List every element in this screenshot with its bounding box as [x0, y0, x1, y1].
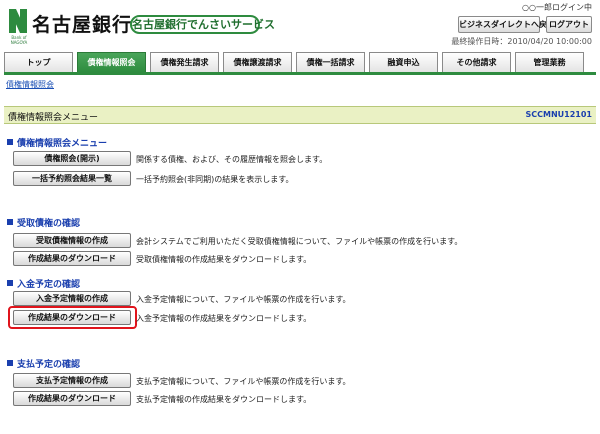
tab-claim-inquiry[interactable]: 債権情報照会 [77, 52, 146, 74]
create-receivables-description: 会計システムでご利用いただく受取債権情報について、ファイルや帳票の作成を行います… [136, 237, 463, 246]
tab-other-requests[interactable]: その他請求 [442, 52, 511, 73]
tab-top[interactable]: トップ [4, 52, 73, 73]
download-receivables-description: 受取債権情報の作成結果をダウンロードします。 [136, 255, 312, 264]
download-incoming-plan-description: 入金予定情報の作成結果をダウンロードします。 [136, 314, 312, 323]
tab-claim-issuance[interactable]: 債権発生請求 [150, 52, 219, 73]
bulk-inquiry-results-button[interactable]: 一括予約照会結果一覧 [13, 171, 131, 186]
create-payment-plan-button[interactable]: 支払予定情報の作成 [13, 373, 131, 388]
download-incoming-plan-button[interactable]: 作成結果のダウンロード [13, 310, 131, 325]
create-receivables-button[interactable]: 受取債権情報の作成 [13, 233, 131, 248]
create-incoming-plan-button[interactable]: 入金予定情報の作成 [13, 291, 131, 306]
page-header: Bank of NAGOYA 名古屋銀行 名古屋銀行でんさいサービス ○○一郎ロ… [0, 0, 600, 50]
square-bullet-icon [7, 219, 13, 225]
tab-claim-transfer[interactable]: 債権譲渡請求 [223, 52, 292, 73]
screen-title-bar: 債権情報照会メニュー SCCMNU12101 [4, 106, 596, 124]
bulk-inquiry-results-description: 一括予約照会(非同期)の結果を表示します。 [136, 175, 294, 184]
claim-inquiry-description: 関係する債権、および、その履歴情報を照会します。 [136, 155, 328, 164]
last-operation-time: 最終操作日時：2010/04/20 10:00:00 [451, 37, 592, 46]
breadcrumb[interactable]: 債権情報照会 [6, 79, 54, 90]
tab-bulk-request[interactable]: 債権一括請求 [296, 52, 365, 73]
page-title: 債権情報照会メニュー [8, 113, 99, 123]
section-heading-receivables: 受取債権の確認 [7, 216, 80, 229]
logout-button[interactable]: ログアウト [546, 16, 592, 33]
business-direct-return-button[interactable]: ビジネスダイレクトへ戻る [458, 16, 555, 33]
download-payment-plan-button[interactable]: 作成結果のダウンロード [13, 391, 131, 406]
nagoya-bank-logo-icon [9, 9, 27, 33]
service-name-badge: 名古屋銀行でんさいサービス [130, 15, 275, 34]
create-incoming-plan-description: 入金予定情報について、ファイルや帳票の作成を行います。 [136, 295, 351, 304]
tab-financing[interactable]: 融資申込 [369, 52, 438, 73]
download-payment-plan-description: 支払予定情報の作成結果をダウンロードします。 [136, 395, 312, 404]
claim-inquiry-button[interactable]: 債権照会(開示) [13, 151, 131, 166]
tab-management[interactable]: 管理業務 [515, 52, 584, 73]
logo-subtext: Bank of NAGOYA [10, 35, 28, 45]
square-bullet-icon [7, 280, 13, 286]
tab-underline [4, 72, 596, 75]
download-receivables-button[interactable]: 作成結果のダウンロード [13, 251, 131, 266]
section-heading-inquiry-menu: 債権情報照会メニュー [7, 136, 107, 149]
login-status: ○○一郎ログイン中 [522, 3, 592, 12]
main-tab-bar: トップ 債権情報照会 債権発生請求 債権譲渡請求 債権一括請求 融資申込 その他… [4, 52, 596, 74]
screen-id: SCCMNU12101 [525, 110, 593, 119]
section-heading-outgoing-payments: 支払予定の確認 [7, 357, 80, 370]
section-heading-incoming-payments: 入金予定の確認 [7, 277, 80, 290]
create-payment-plan-description: 支払予定情報について、ファイルや帳票の作成を行います。 [136, 377, 351, 386]
bank-name: 名古屋銀行 [32, 14, 133, 36]
square-bullet-icon [7, 360, 13, 366]
square-bullet-icon [7, 139, 13, 145]
